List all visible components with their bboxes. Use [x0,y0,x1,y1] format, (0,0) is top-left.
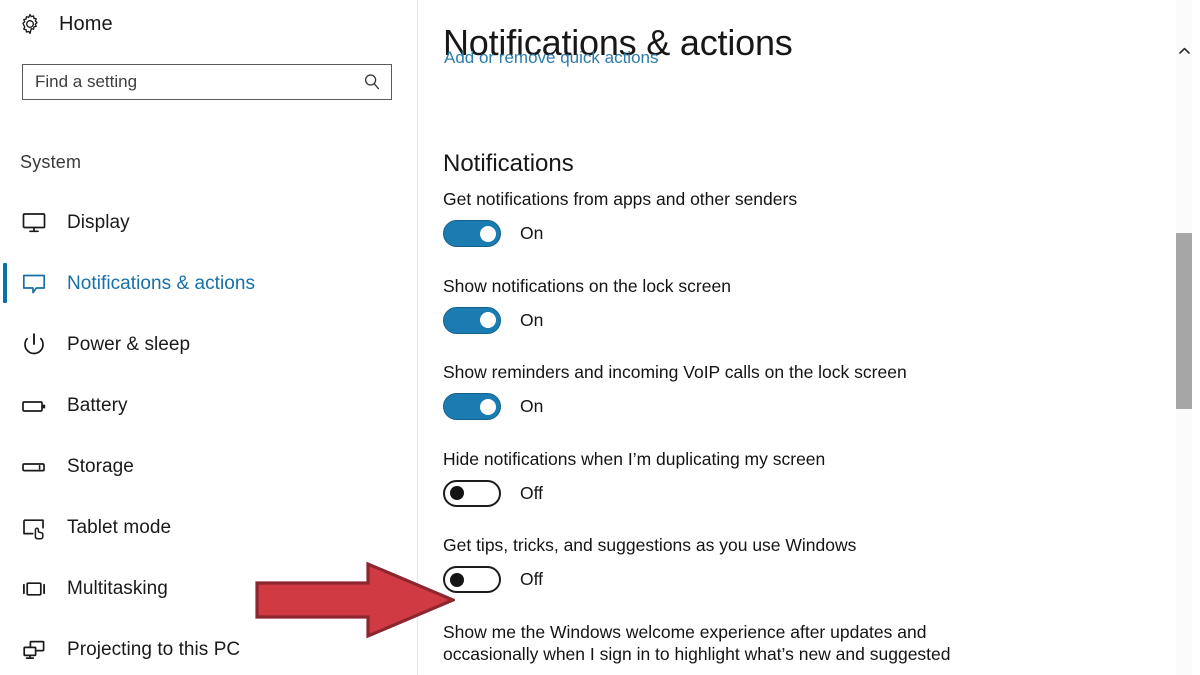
monitor-icon [20,209,47,236]
setting-item: Get tips, tricks, and suggestions as you… [443,534,1183,593]
sidebar-item-power-sleep[interactable]: Power & sleep [0,314,418,375]
sidebar-item-label: Projecting to this PC [67,638,241,660]
home-label: Home [59,12,113,35]
sidebar-group-header: System [20,152,82,172]
main-content: Notifications & actions Add or remove qu… [418,0,1200,675]
scroll-thumb[interactable] [1176,233,1192,409]
settings-list: Get notifications from apps and other se… [443,188,1183,675]
setting-label: Show reminders and incoming VoIP calls o… [443,362,907,382]
sidebar-item-label: Storage [67,455,134,477]
chevron-up-icon[interactable] [1176,40,1192,62]
add-remove-quick-actions-link[interactable]: Add or remove quick actions [444,48,659,68]
toggle-row: Off [443,479,1183,507]
toggle-row: On [443,393,1183,420]
search-icon[interactable] [353,65,391,99]
setting-label: Hide notifications when I’m duplicating … [443,448,826,469]
toggle-row: On [443,220,1183,247]
search-input[interactable] [23,65,353,99]
sidebar-item-projecting-to-this-pc[interactable]: Projecting to this PC [0,619,418,675]
settings-window: Home System Display Notifications & actio… [0,0,1200,675]
home-button[interactable]: Home [18,6,113,42]
setting-item: Show notifications on the lock screen On [443,275,1183,334]
toggle-knob [450,572,464,587]
settings-sidebar: Home System Display Notifications & actio… [0,0,418,675]
drive-icon [20,453,47,480]
toggle-row: Off [443,566,1183,593]
toggle-switch[interactable] [443,566,501,593]
sidebar-item-display[interactable]: Display [0,192,418,253]
toggle-switch[interactable] [443,393,501,420]
toggle-row: On [443,306,1183,334]
power-icon [20,331,47,358]
tablet-hand-icon [20,514,47,541]
setting-label: Get notifications from apps and other se… [443,189,798,209]
setting-label: Show me the Windows welcome experience a… [443,621,927,642]
projecting-icon [20,636,47,663]
notification-bubble-icon [20,270,47,297]
sidebar-item-tablet-mode[interactable]: Tablet mode [0,497,418,558]
toggle-state-label: On [520,396,544,416]
setting-label: Get tips, tricks, and suggestions as you… [443,535,857,555]
toggle-switch[interactable] [443,220,501,247]
toggle-knob [480,225,496,242]
selection-indicator [3,263,7,303]
toggle-state-label: Off [520,569,544,589]
toggle-state-label: On [520,309,544,330]
toggle-switch[interactable] [443,479,501,507]
sidebar-item-label: Multitasking [67,577,168,599]
sidebar-item-notifications-actions[interactable]: Notifications & actions [0,253,418,314]
setting-item: Show reminders and incoming VoIP calls o… [443,361,1183,420]
sidebar-nav-list: Display Notifications & actions Power & sl… [0,192,418,675]
toggle-switch[interactable] [443,306,501,334]
setting-item-partial: Show me the Windows welcome experience a… [443,621,1183,665]
section-heading: Notifications [443,149,574,177]
setting-label-continued: occasionally when I sign in to highlight… [443,643,951,664]
gear-icon [18,12,42,36]
toggle-knob [450,486,464,500]
sidebar-item-battery[interactable]: Battery [0,375,418,436]
sidebar-item-storage[interactable]: Storage [0,436,418,497]
sidebar-item-label: Notifications & actions [67,272,256,294]
sidebar-item-label: Display [67,211,130,233]
setting-item: Get notifications from apps and other se… [443,188,1183,247]
search-box[interactable] [22,64,392,100]
toggle-state-label: On [520,223,544,243]
vertical-scrollbar[interactable] [1176,0,1192,675]
toggle-knob [480,312,496,328]
sidebar-item-multitasking[interactable]: Multitasking [0,558,418,619]
setting-item: Hide notifications when I’m duplicating … [443,448,1183,507]
multitask-icon [20,575,47,602]
toggle-knob [480,398,496,415]
sidebar-item-label: Power & sleep [67,333,191,355]
sidebar-item-label: Tablet mode [67,516,172,538]
sidebar-item-label: Battery [67,394,128,416]
toggle-state-label: Off [520,482,544,503]
setting-label: Show notifications on the lock screen [443,275,731,296]
battery-icon [20,392,47,419]
